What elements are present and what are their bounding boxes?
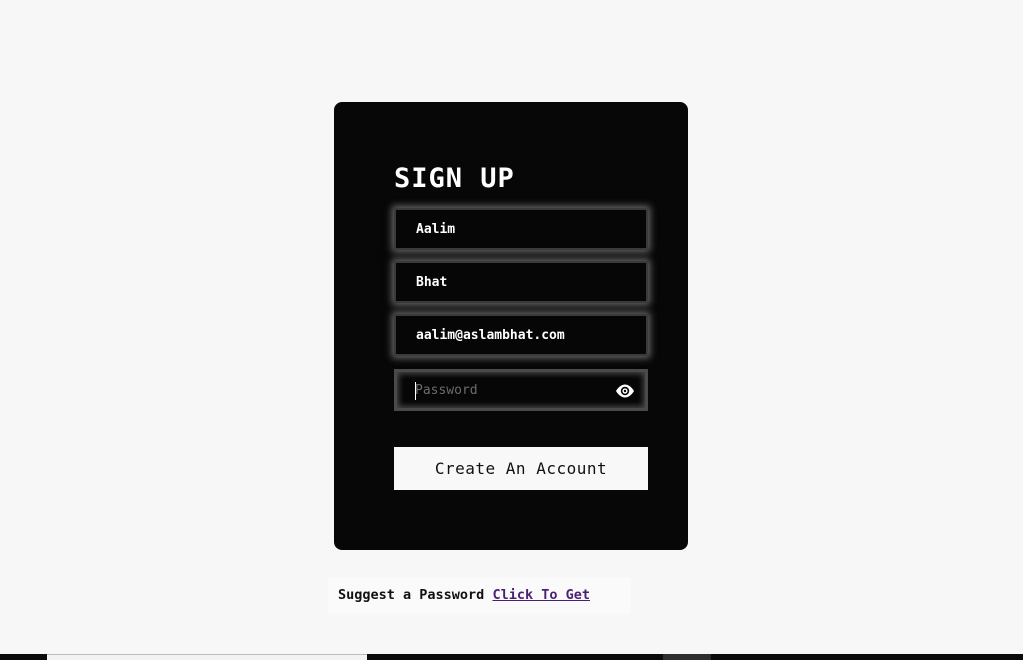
text-caret bbox=[415, 382, 416, 400]
first-name-field-wrapper bbox=[394, 208, 648, 250]
suggest-password-box: Suggest a Password Click To Get bbox=[328, 577, 631, 614]
page: SIGN UP Create An Account Sug bbox=[0, 0, 1023, 660]
form-title: SIGN UP bbox=[394, 163, 515, 194]
last-name-field[interactable] bbox=[396, 263, 646, 301]
email-field-wrapper bbox=[394, 314, 648, 356]
suggest-password-link[interactable]: Click To Get bbox=[492, 587, 590, 603]
first-name-field[interactable] bbox=[396, 210, 646, 248]
eye-icon[interactable] bbox=[615, 383, 635, 399]
password-field-wrapper bbox=[394, 369, 648, 411]
password-field[interactable] bbox=[397, 372, 645, 408]
suggest-password-text: Suggest a Password bbox=[338, 587, 485, 603]
bottom-bar-segment bbox=[47, 654, 367, 660]
last-name-field-wrapper bbox=[394, 261, 648, 303]
bottom-bar-segment-dark bbox=[663, 654, 711, 660]
create-account-button[interactable]: Create An Account bbox=[394, 447, 648, 490]
email-field[interactable] bbox=[396, 316, 646, 354]
signup-card: SIGN UP Create An Account bbox=[334, 102, 688, 550]
eye-icon-svg bbox=[616, 384, 634, 398]
